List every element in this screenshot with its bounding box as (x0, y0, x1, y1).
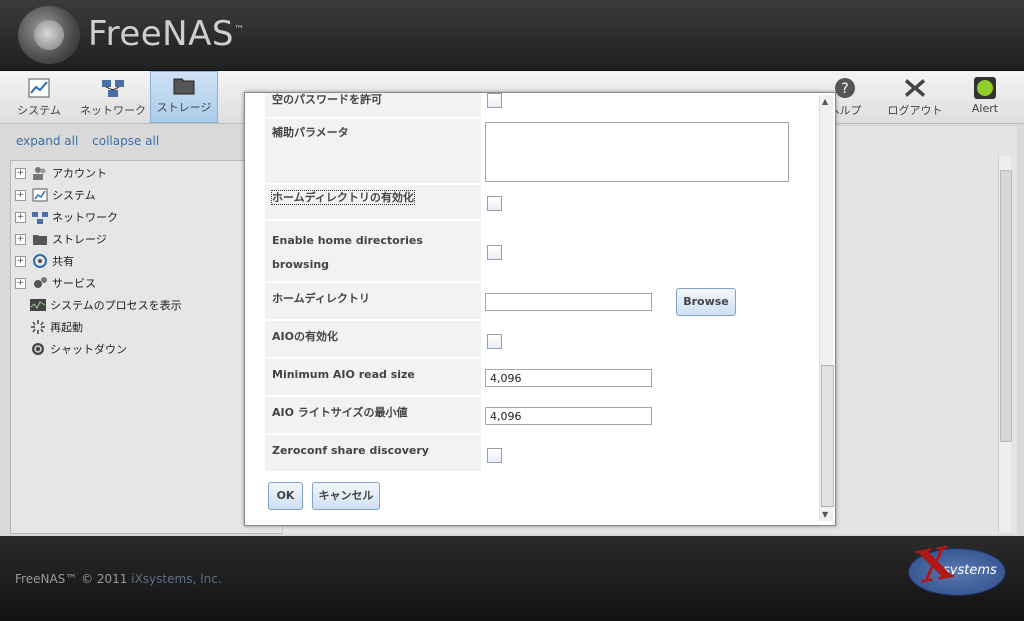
ok-button[interactable]: OK (268, 482, 303, 510)
power-icon (32, 343, 44, 355)
home-dir-input[interactable] (485, 293, 652, 311)
expand-plus-icon[interactable]: + (15, 211, 26, 223)
collapse-all-link[interactable]: collapse all (92, 134, 159, 148)
row-home-dirs-browsing: Enable home directories browsing (265, 221, 819, 281)
system-chart-icon (32, 188, 48, 202)
scroll-up-arrow-icon[interactable]: ▲ (822, 97, 828, 106)
expand-plus-icon[interactable]: + (15, 167, 26, 179)
svg-text:?: ? (841, 81, 848, 97)
tree-item-services[interactable]: + サービス (15, 273, 96, 293)
toolbar-system-button[interactable]: システム (6, 75, 72, 121)
zeroconf-checkbox[interactable] (487, 448, 502, 463)
network-icon (32, 212, 48, 224)
aio-enable-checkbox[interactable] (487, 334, 502, 349)
row-aux-params: 補助パラメータ (265, 119, 819, 183)
toolbar-network-button[interactable]: ネットワーク (80, 75, 146, 121)
expand-plus-icon[interactable]: + (15, 233, 26, 245)
sharing-icon (33, 254, 47, 268)
process-monitor-icon (30, 299, 46, 311)
tree-item-storage[interactable]: + ストレージ (15, 229, 107, 249)
cancel-button[interactable]: キャンセル (312, 482, 380, 510)
tree-item-view-processes[interactable]: システムのプロセスを表示 (30, 295, 182, 315)
min-aio-write-label: AIO ライトサイズの最小値 (265, 397, 481, 433)
enable-home-dirs-checkbox[interactable] (487, 196, 502, 211)
min-aio-read-label: Minimum AIO read size (265, 359, 481, 395)
expand-plus-icon[interactable]: + (15, 255, 26, 267)
row-allow-empty-password: 空のパスワードを許可 (265, 93, 819, 117)
users-icon (33, 167, 46, 180)
app-footer: FreeNAS™ © 2011 iXsystems, Inc. (0, 536, 1024, 621)
expand-all-link[interactable]: expand all (16, 134, 78, 148)
tree-item-reboot[interactable]: 再起動 (30, 317, 83, 337)
row-home-dir: ホームディレクトリ Browse (265, 283, 819, 319)
logout-x-icon (905, 79, 925, 97)
cifs-settings-dialog: 空のパスワードを許可 補助パラメータ ホームディレクトリの有効化 Enable … (244, 92, 836, 526)
scroll-down-arrow-icon[interactable]: ▼ (822, 510, 828, 519)
dialog-scrollbar[interactable]: ▲ ▼ (819, 95, 834, 521)
tree-item-accounts[interactable]: + アカウント (15, 163, 107, 183)
tree-item-system[interactable]: + システム (15, 185, 96, 205)
browse-button[interactable]: Browse (676, 288, 736, 316)
gears-icon (34, 277, 47, 288)
zeroconf-label: Zeroconf share discovery (265, 435, 481, 471)
company-link[interactable]: iXsystems, Inc. (131, 572, 221, 586)
toolbar-alert-button[interactable]: Alert (952, 75, 1018, 121)
aio-enable-label: AIOの有効化 (265, 321, 481, 357)
tree-item-shutdown[interactable]: シャットダウン (30, 339, 127, 359)
row-min-aio-read: Minimum AIO read size 4,096 (265, 359, 819, 395)
allow-empty-password-label: 空のパスワードを許可 (265, 93, 481, 117)
tree-controls: expand all collapse all (16, 134, 169, 148)
storage-folder-icon (33, 235, 47, 245)
toolbar-logout-button[interactable]: ログアウト (882, 75, 948, 121)
network-icon (102, 80, 124, 97)
home-dir-label: ホームディレクトリ (265, 283, 481, 319)
row-zeroconf: Zeroconf share discovery (265, 435, 819, 471)
tree-item-network[interactable]: + ネットワーク (15, 207, 118, 227)
help-icon: ? (835, 78, 855, 98)
content-scrollbar[interactable] (998, 156, 1012, 532)
app-header: FreeNAS™ (0, 0, 1024, 71)
toolbar-storage-button[interactable]: ストレージ (150, 71, 218, 123)
allow-empty-password-checkbox[interactable] (487, 93, 502, 108)
freenas-logo-icon (18, 6, 80, 64)
storage-folder-icon (173, 78, 195, 95)
row-enable-home-dirs: ホームディレクトリの有効化 (265, 185, 819, 219)
row-aio-enable: AIOの有効化 (265, 321, 819, 357)
reboot-spinner-icon (31, 320, 45, 334)
min-aio-read-input[interactable]: 4,096 (485, 369, 652, 387)
navigation-tree: + アカウント + システム + ネットワーク + ストレージ + 共有 + サ… (10, 160, 284, 534)
enable-home-dirs-label: ホームディレクトリの有効化 (265, 185, 481, 219)
min-aio-write-input[interactable]: 4,096 (485, 407, 652, 425)
dialog-scrollbar-thumb[interactable] (821, 365, 834, 507)
tree-item-sharing[interactable]: + 共有 (15, 251, 74, 271)
home-dirs-browsing-label: Enable home directories browsing (265, 221, 481, 281)
expand-plus-icon[interactable]: + (15, 277, 26, 289)
expand-plus-icon[interactable]: + (15, 189, 26, 201)
aux-params-textarea[interactable] (485, 122, 789, 182)
home-dirs-browsing-checkbox[interactable] (487, 245, 502, 260)
aux-params-label: 補助パラメータ (265, 119, 481, 183)
row-min-aio-write: AIO ライトサイズの最小値 4,096 (265, 397, 819, 433)
brand-name: FreeNAS™ (88, 14, 245, 54)
system-chart-icon (28, 78, 50, 98)
alert-light-icon (974, 77, 996, 99)
footer-copyright: FreeNAS™ © 2011 iXsystems, Inc. (15, 572, 222, 586)
